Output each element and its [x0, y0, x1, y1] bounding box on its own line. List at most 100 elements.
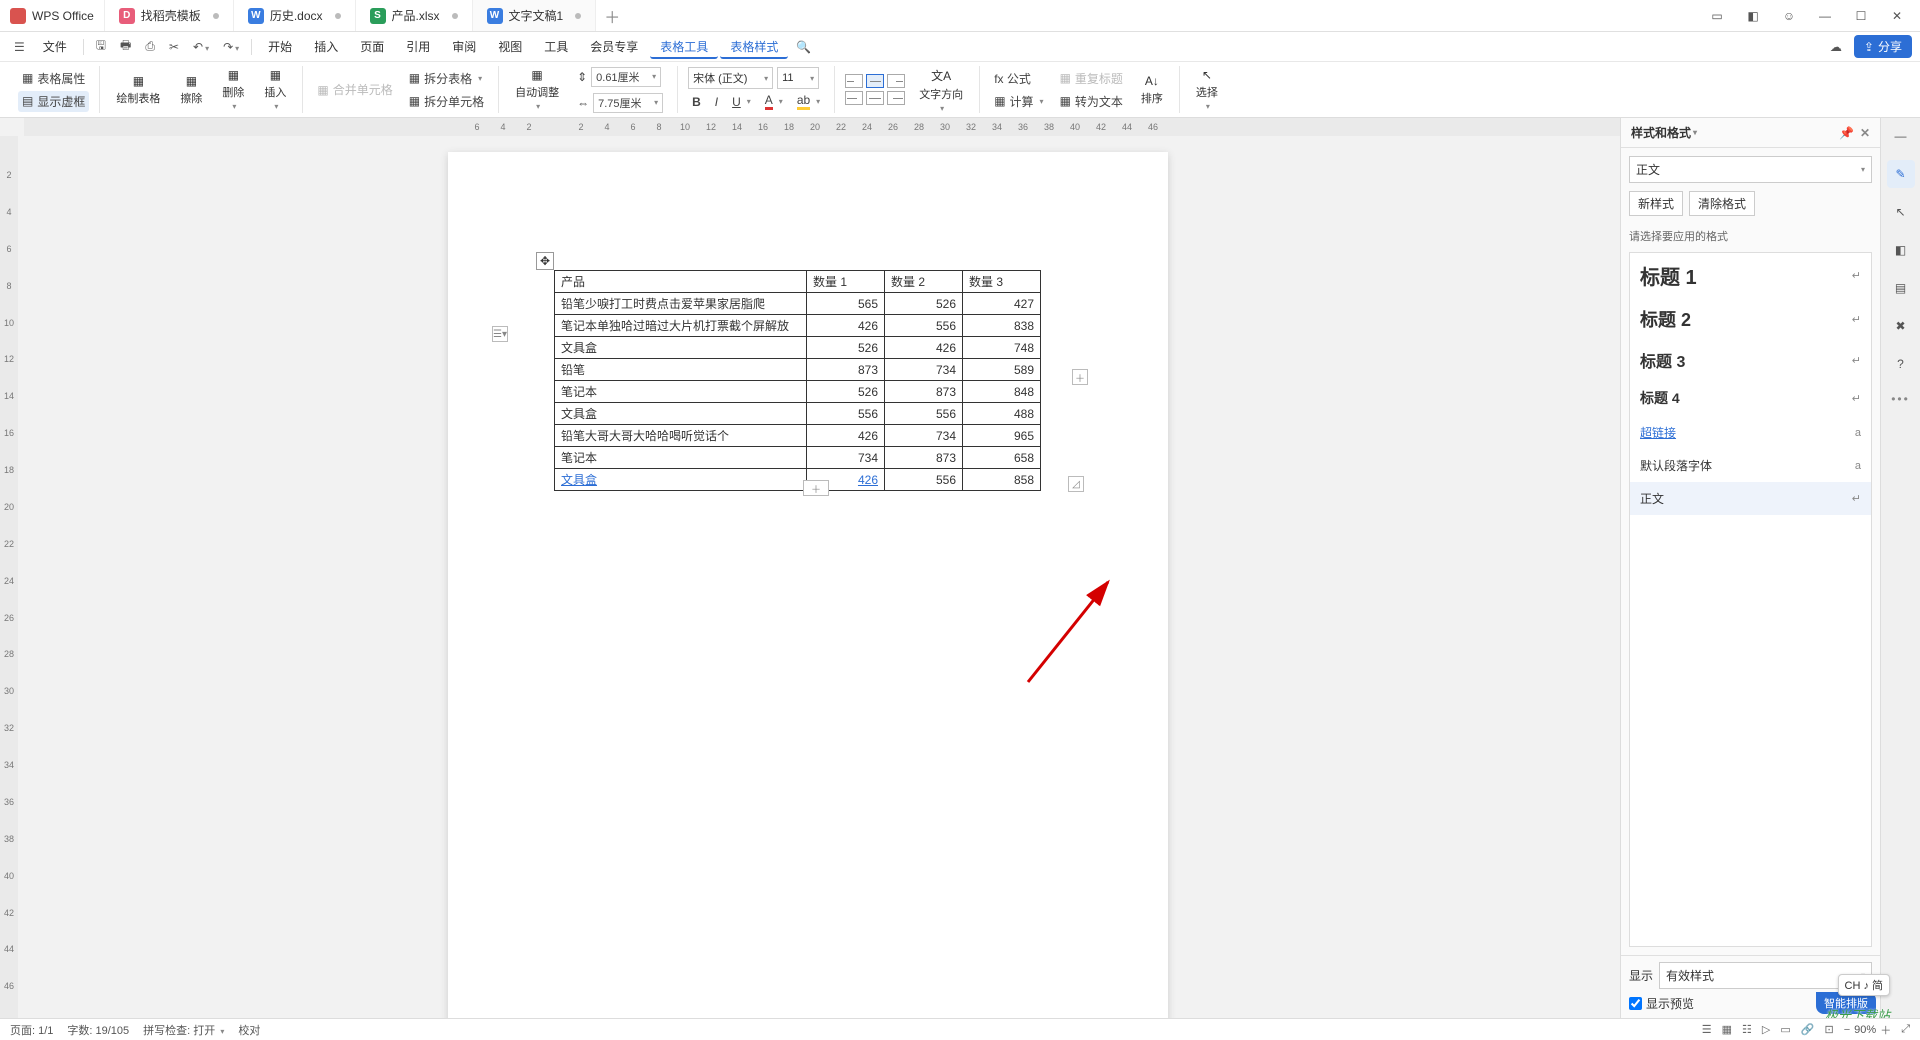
menu-item[interactable]: 插入: [304, 34, 348, 59]
pin-icon[interactable]: 📌: [1839, 126, 1854, 140]
table-cell[interactable]: 873: [885, 447, 963, 469]
status-spellcheck[interactable]: 拼写检查: 打开 ▾: [143, 1022, 224, 1038]
search-icon[interactable]: 🔍: [790, 36, 817, 58]
undo-icon[interactable]: ↶▾: [187, 36, 215, 58]
ime-indicator[interactable]: CH ♪ 简: [1838, 974, 1891, 996]
save-icon[interactable]: 🖫: [90, 32, 112, 61]
cube-icon[interactable]: ◧: [1736, 2, 1770, 30]
minimize-button[interactable]: —: [1808, 2, 1842, 30]
tools-pane-icon[interactable]: ✖: [1887, 312, 1915, 340]
table-cell[interactable]: 笔记本: [555, 381, 807, 403]
style-list-item[interactable]: 标题 2↵: [1630, 298, 1871, 340]
view-mode-b-icon[interactable]: ▦: [1722, 1023, 1732, 1036]
redo-icon[interactable]: ↷▾: [217, 36, 245, 58]
table-cell[interactable]: 427: [963, 293, 1041, 315]
close-window-button[interactable]: ✕: [1880, 2, 1914, 30]
new-style-button[interactable]: 新样式: [1629, 191, 1683, 216]
menu-item[interactable]: 表格工具: [650, 34, 718, 59]
row-height-control[interactable]: ⇕0.61厘米▾: [573, 65, 667, 89]
row-options-button[interactable]: ☰▾: [492, 326, 508, 342]
table-cell[interactable]: 556: [885, 403, 963, 425]
table-cell[interactable]: 文具盒: [555, 337, 807, 359]
menu-item[interactable]: 视图: [488, 34, 532, 59]
document-tab[interactable]: D找稻壳模板: [105, 0, 234, 31]
menu-item[interactable]: 引用: [396, 34, 440, 59]
table-cell[interactable]: 526: [807, 381, 885, 403]
share-button[interactable]: ⇪分享: [1854, 35, 1912, 58]
document-tab[interactable]: W历史.docx: [234, 0, 356, 31]
table-cell[interactable]: 526: [807, 337, 885, 359]
table-cell[interactable]: 铅笔大哥大哥大哈哈喝听觉话个: [555, 425, 807, 447]
hamburger-icon[interactable]: ☰: [8, 36, 31, 58]
current-style-select[interactable]: 正文▾: [1629, 156, 1872, 183]
status-words[interactable]: 字数: 19/105: [67, 1022, 129, 1038]
user-avatar-icon[interactable]: ☺: [1772, 2, 1806, 30]
table-cell[interactable]: 873: [807, 359, 885, 381]
document-tab[interactable]: S产品.xlsx: [356, 0, 473, 31]
zoom-out-icon[interactable]: −: [1844, 1024, 1850, 1036]
table-cell[interactable]: 965: [963, 425, 1041, 447]
table-cell[interactable]: 848: [963, 381, 1041, 403]
font-color-button[interactable]: A▾: [761, 91, 787, 112]
print-preview-icon[interactable]: ⎙: [139, 35, 161, 58]
add-row-button[interactable]: ＋: [803, 480, 829, 496]
calc-button[interactable]: ▦计算▾: [990, 91, 1047, 112]
table-cell[interactable]: 426: [885, 337, 963, 359]
table-cell[interactable]: 734: [885, 425, 963, 447]
zoom-in-icon[interactable]: ＋: [1880, 1022, 1891, 1038]
table-cell[interactable]: 文具盒: [555, 403, 807, 425]
maximize-button[interactable]: ☐: [1844, 2, 1878, 30]
select-button[interactable]: ↖选择▾: [1190, 64, 1224, 115]
table-cell[interactable]: 526: [885, 293, 963, 315]
table-cell[interactable]: 858: [963, 469, 1041, 491]
table-cell[interactable]: 426: [807, 315, 885, 337]
styles-pane-icon[interactable]: ✎: [1887, 160, 1915, 188]
table-cell[interactable]: 565: [807, 293, 885, 315]
table-cell[interactable]: 488: [963, 403, 1041, 425]
cloud-icon[interactable]: ☁: [1824, 36, 1848, 58]
split-table-button[interactable]: ▦拆分表格▾: [405, 68, 488, 89]
help-pane-icon[interactable]: ?: [1887, 350, 1915, 378]
style-list-item[interactable]: 标题 4↵: [1630, 380, 1871, 416]
zoom-control[interactable]: − 90% ＋: [1844, 1022, 1891, 1038]
split-cells-button[interactable]: ▦拆分单元格: [405, 91, 488, 112]
table-cell[interactable]: 铅笔: [555, 359, 807, 381]
document-tab[interactable]: W文字文稿1: [473, 0, 597, 31]
menu-item[interactable]: 审阅: [442, 34, 486, 59]
document-table[interactable]: 产品数量 1数量 2数量 3铅笔少唳打工时费点击爱苹果家居脂爬565526427…: [554, 270, 1041, 491]
select-pane-icon[interactable]: ↖: [1887, 198, 1915, 226]
menu-item[interactable]: 页面: [350, 34, 394, 59]
sort-button[interactable]: A↓排序: [1135, 70, 1169, 110]
table-resize-handle[interactable]: ◿: [1068, 476, 1084, 492]
table-cell[interactable]: 556: [885, 315, 963, 337]
style-list-item[interactable]: 正文↵: [1630, 482, 1871, 515]
highlight-button[interactable]: ab▾: [793, 91, 824, 112]
bold-button[interactable]: B: [688, 91, 705, 112]
status-page[interactable]: 页面: 1/1: [10, 1022, 53, 1038]
table-cell[interactable]: 铅笔少唳打工时费点击爱苹果家居脂爬: [555, 293, 807, 315]
play-icon[interactable]: ▷: [1762, 1023, 1770, 1036]
link-icon[interactable]: 🔗: [1801, 1023, 1815, 1036]
clear-format-button[interactable]: 清除格式: [1689, 191, 1755, 216]
show-border-button[interactable]: ▤显示虚框: [18, 91, 89, 112]
snap-layouts-icon[interactable]: ▭: [1700, 2, 1734, 30]
table-properties-button[interactable]: ▦表格属性: [18, 68, 89, 89]
table-cell[interactable]: 838: [963, 315, 1041, 337]
shapes-pane-icon[interactable]: ◧: [1887, 236, 1915, 264]
insert-button[interactable]: ▦插入▾: [258, 64, 292, 115]
italic-button[interactable]: I: [711, 91, 722, 112]
font-size-select[interactable]: 11▾: [777, 67, 819, 89]
convert-to-text-button[interactable]: ▦转为文本: [1056, 91, 1127, 112]
status-proof[interactable]: 校对: [238, 1022, 260, 1038]
collapse-panel-icon[interactable]: —: [1887, 122, 1915, 150]
formula-button[interactable]: fx 公式: [990, 68, 1047, 89]
close-panel-icon[interactable]: ✕: [1860, 126, 1870, 140]
nav-pane-icon[interactable]: ▤: [1887, 274, 1915, 302]
style-list-item[interactable]: 标题 3↵: [1630, 340, 1871, 380]
table-cell[interactable]: 文具盒: [555, 469, 807, 491]
style-list-item[interactable]: 默认段落字体a: [1630, 449, 1871, 482]
print-icon[interactable]: 🖶: [114, 32, 137, 61]
table-cell[interactable]: 426: [807, 425, 885, 447]
delete-button[interactable]: ▦删除▾: [216, 64, 250, 115]
table-move-handle[interactable]: ✥: [536, 252, 554, 270]
